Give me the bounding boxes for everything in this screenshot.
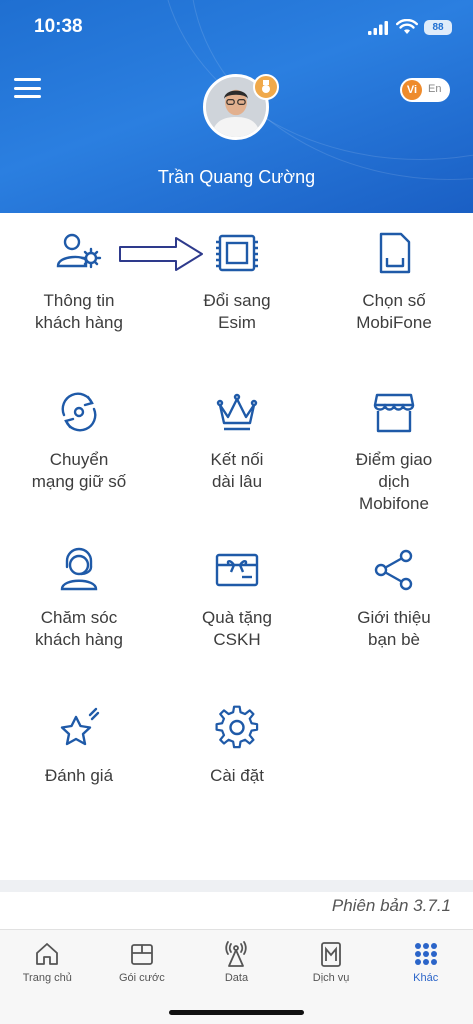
menu-item-label: Đổi sang Esim xyxy=(203,291,271,332)
tab-data[interactable]: Data xyxy=(189,930,284,1000)
esim-chip-icon xyxy=(216,234,258,272)
menu-item-label: Giới thiệu bạn bè xyxy=(357,608,431,649)
menu-item-gifts[interactable]: Quà tặng CSKH xyxy=(158,545,316,651)
gift-card-icon xyxy=(215,553,259,587)
sim-card-icon xyxy=(379,232,411,274)
menu-item-port-number[interactable]: Chuyển mạng giữ số xyxy=(0,387,158,493)
battery-indicator: 88 xyxy=(424,20,452,35)
language-toggle[interactable]: Vi En xyxy=(400,78,450,102)
user-name: Trần Quang Cường xyxy=(157,167,316,187)
menu-item-choose-number[interactable]: Chọn số MobiFone xyxy=(315,228,473,334)
profile-header: 10:38 88 Trần Quang Cường Vi En xyxy=(0,0,473,213)
menu-item-settings[interactable]: Cài đặt xyxy=(158,703,316,787)
home-indicator xyxy=(169,1010,304,1015)
tab-services[interactable]: Dịch vụ xyxy=(284,930,379,1000)
tab-home[interactable]: Trang chủ xyxy=(0,930,95,1000)
user-settings-icon xyxy=(56,233,102,269)
menu-item-label: Kết nối dài lâu xyxy=(210,450,264,491)
medal-icon xyxy=(253,74,279,100)
tab-label: Trang chủ xyxy=(22,972,72,984)
tab-label: Gói cước xyxy=(119,972,165,984)
menu-item-label: Quà tặng CSKH xyxy=(202,608,272,649)
lang-vi-option[interactable]: Vi xyxy=(402,80,422,100)
arrow-right-icon xyxy=(119,237,203,271)
menu-item-long-connection[interactable]: Kết nối dài lâu xyxy=(158,387,316,493)
tab-label: Khác xyxy=(413,972,439,984)
services-icon xyxy=(321,942,341,967)
tab-packages[interactable]: Gói cước xyxy=(95,930,190,1000)
wifi-icon xyxy=(396,19,418,34)
menu-item-label: Điểm giao dịch Mobifone xyxy=(355,450,433,513)
section-divider xyxy=(0,880,473,892)
status-time: 10:38 xyxy=(34,16,83,37)
status-bar: 10:38 88 xyxy=(0,0,473,52)
menu-item-store-locator[interactable]: Điểm giao dịch Mobifone xyxy=(315,387,473,515)
menu-item-label: Thông tin khách hàng xyxy=(35,291,123,332)
customer-support-icon xyxy=(60,547,98,591)
home-icon xyxy=(36,943,59,965)
more-grid-icon xyxy=(414,943,437,965)
menu-item-label: Chăm sóc khách hàng xyxy=(35,608,123,649)
lang-en-option[interactable]: En xyxy=(428,83,441,95)
menu-item-label: Chuyển mạng giữ số xyxy=(31,450,127,491)
crown-icon xyxy=(216,393,258,431)
menu-item-label: Chọn số MobiFone xyxy=(356,291,432,332)
menu-item-refer-friends[interactable]: Giới thiệu bạn bè xyxy=(315,545,473,651)
menu-item-customer-care[interactable]: Chăm sóc khách hàng xyxy=(0,545,158,651)
share-icon xyxy=(374,549,413,591)
tab-more[interactable]: Khác xyxy=(378,930,473,1000)
tab-label: Dịch vụ xyxy=(312,972,350,984)
menu-item-label: Cài đặt xyxy=(210,766,264,785)
signal-icon xyxy=(368,21,388,35)
star-rating-icon xyxy=(60,707,100,746)
menu-item-rating[interactable]: Đánh giá xyxy=(0,703,158,787)
data-antenna-icon xyxy=(225,941,248,967)
port-number-icon xyxy=(61,392,97,432)
hamburger-menu-icon[interactable] xyxy=(14,78,41,98)
store-icon xyxy=(373,393,415,433)
app-version: Phiên bản 3.7.1 xyxy=(331,896,451,915)
gear-icon xyxy=(215,705,259,749)
package-icon xyxy=(130,944,153,965)
tab-label: Data xyxy=(224,972,249,984)
menu-item-label: Đánh giá xyxy=(44,766,114,785)
